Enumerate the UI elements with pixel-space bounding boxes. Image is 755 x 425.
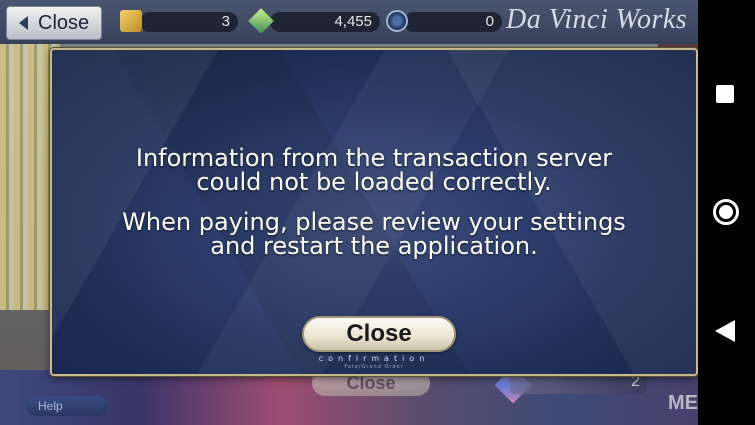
close-dialog-button[interactable]: Close — [302, 316, 456, 352]
close-top-label: Close — [38, 11, 90, 34]
triangle-back-icon[interactable] — [715, 320, 735, 342]
background-me-text: ME — [668, 392, 698, 414]
currency-3-count: 0 — [404, 12, 502, 32]
help-button: Help — [26, 396, 108, 416]
square-icon[interactable] — [716, 85, 734, 103]
confirmation-label: confirmation — [318, 354, 430, 363]
shop-title: Da Vinci Works — [506, 4, 688, 35]
gold-box-icon — [120, 10, 142, 32]
error-dialog: Information from the transaction server … — [50, 48, 698, 376]
currency-1-count: 3 — [140, 12, 238, 32]
brand-label: Fate/Grand Order — [344, 364, 404, 370]
top-bar: Close 3 4,455 0 Da Vinci Works — [0, 0, 698, 44]
message-line: Information from the transaction server — [135, 144, 613, 172]
android-nav-bar — [698, 0, 755, 425]
game-screen: Close 2 Help ME Close 3 4,455 0 Da Vinci… — [0, 0, 698, 425]
dialog-message-2: When paying, please review your settings… — [52, 210, 696, 258]
close-top-button[interactable]: Close — [6, 6, 102, 40]
blue-medal-icon — [386, 10, 408, 32]
message-line: and restart the application. — [210, 232, 538, 260]
dialog-message-1: Information from the transaction server … — [52, 146, 696, 194]
green-gem-icon — [248, 8, 274, 34]
message-line: could not be loaded correctly. — [196, 168, 552, 196]
chevron-left-icon — [19, 16, 28, 30]
currency-2-count: 4,455 — [270, 12, 380, 32]
circle-icon[interactable] — [713, 199, 739, 225]
message-line: When paying, please review your settings — [122, 208, 626, 236]
